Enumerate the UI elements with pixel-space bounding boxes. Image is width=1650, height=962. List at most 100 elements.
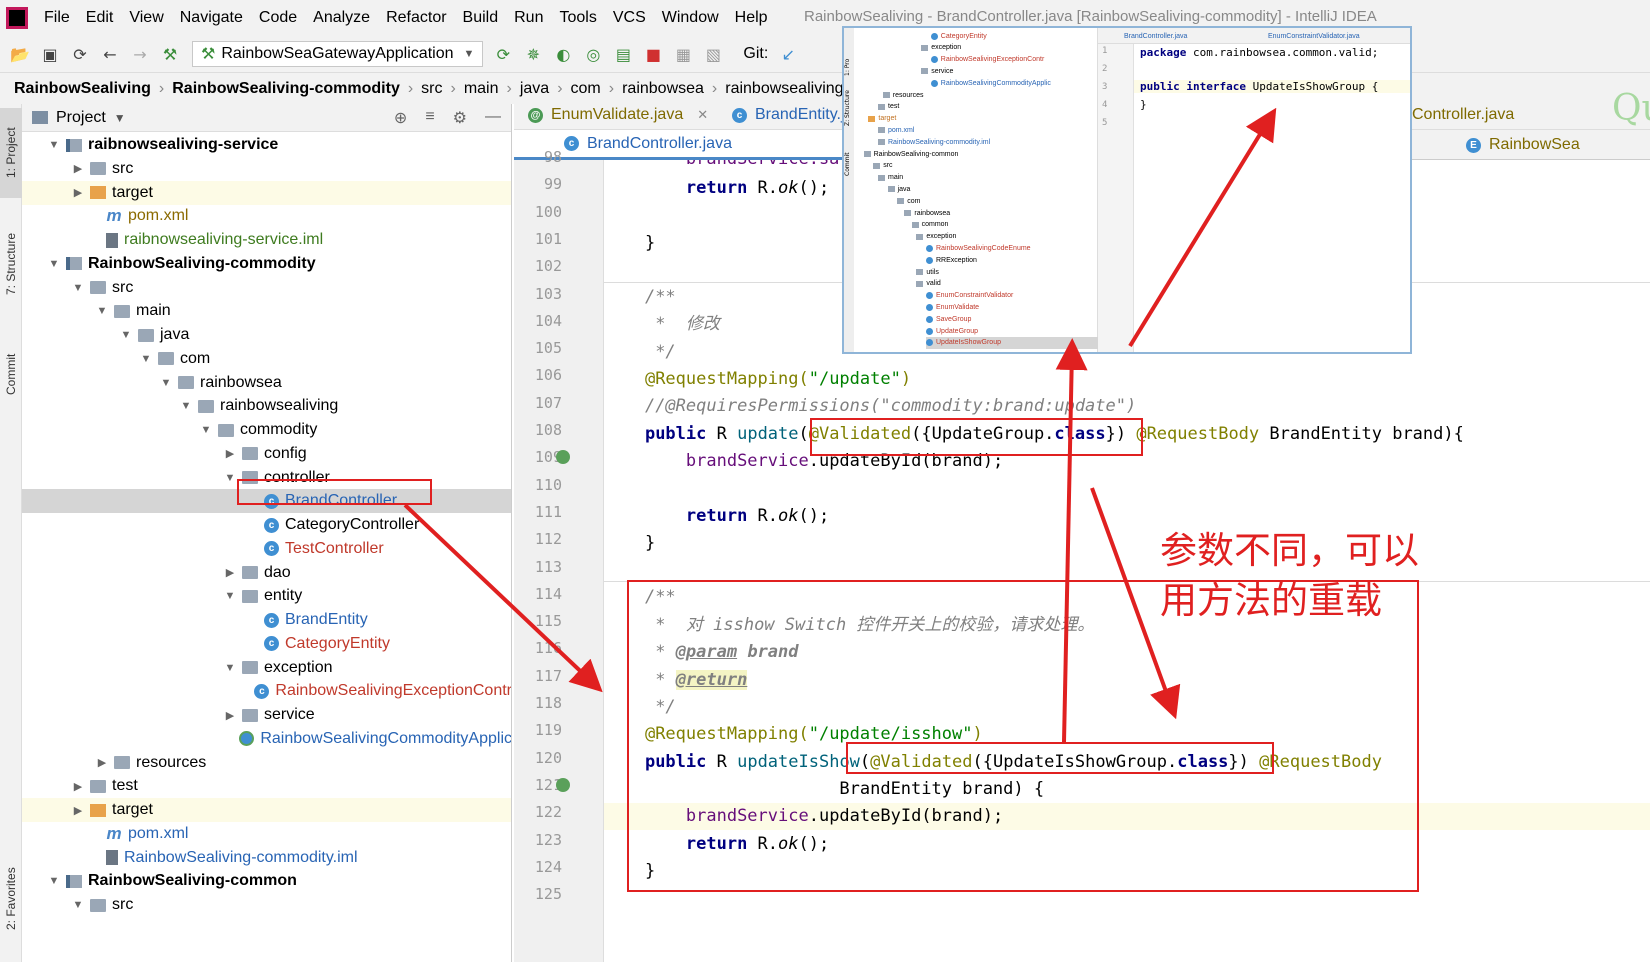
expanded-arrow-icon[interactable]: ▼: [118, 329, 134, 341]
collapsed-arrow-icon[interactable]: ▶: [222, 566, 238, 579]
tree-item[interactable]: ▶ target: [22, 798, 511, 822]
tree-item[interactable]: ▼ RainbowSealiving-commodity: [22, 252, 511, 276]
expanded-arrow-icon[interactable]: ▼: [46, 139, 62, 151]
rerun-icon[interactable]: ⟳: [493, 44, 513, 64]
tree-item[interactable]: ▼ src: [22, 276, 511, 300]
tree-item[interactable]: c TestController: [22, 537, 511, 561]
tree-item[interactable]: c RainbowSealivingExceptionContr: [22, 679, 511, 703]
tree-item[interactable]: ▶ test: [22, 774, 511, 798]
collapsed-arrow-icon[interactable]: ▶: [222, 447, 238, 460]
menu-window[interactable]: Window: [654, 9, 727, 27]
tree-item[interactable]: m pom.xml: [22, 204, 511, 228]
expanded-arrow-icon[interactable]: ▼: [198, 424, 214, 436]
collapsed-arrow-icon[interactable]: ▶: [70, 186, 86, 199]
collapsed-arrow-icon[interactable]: ▶: [70, 780, 86, 793]
save-icon[interactable]: ▣: [40, 44, 60, 64]
run-gutter-icon[interactable]: [556, 777, 570, 792]
tree-item[interactable]: ▼ commodity: [22, 418, 511, 442]
breadcrumb-item[interactable]: main: [460, 80, 503, 98]
expanded-arrow-icon[interactable]: ▼: [138, 353, 154, 365]
breadcrumb-item[interactable]: rainbowsea: [618, 80, 708, 98]
build-icon[interactable]: ▤: [613, 44, 633, 64]
menu-edit[interactable]: Edit: [78, 9, 122, 27]
back-arrow-icon[interactable]: ←: [100, 44, 120, 64]
run-gutter-icon[interactable]: [556, 450, 570, 465]
tree-item[interactable]: ▼ entity: [22, 584, 511, 608]
sdk-icon[interactable]: ▧: [703, 44, 723, 64]
stop-icon[interactable]: ■: [643, 44, 663, 64]
debug-bug-icon[interactable]: ✵: [523, 44, 543, 64]
locate-icon[interactable]: ⊕: [394, 108, 407, 128]
tree-item[interactable]: m pom.xml: [22, 822, 511, 846]
build-hammer-icon[interactable]: ⚒: [160, 44, 180, 64]
menu-tools[interactable]: Tools: [551, 9, 604, 27]
tree-item[interactable]: ▶ resources: [22, 751, 511, 775]
profile-icon[interactable]: ◎: [583, 44, 603, 64]
tab-controller[interactable]: Controller.java: [1412, 100, 1514, 130]
forward-arrow-icon[interactable]: →: [130, 44, 150, 64]
expanded-arrow-icon[interactable]: ▼: [222, 662, 238, 674]
expanded-arrow-icon[interactable]: ▼: [222, 472, 238, 484]
tab-rainbowsea[interactable]: E RainbowSea: [1466, 130, 1580, 160]
project-panel-title[interactable]: Project: [56, 109, 106, 127]
expanded-arrow-icon[interactable]: ▼: [46, 258, 62, 270]
breadcrumb-item[interactable]: rainbowsealiving: [721, 80, 847, 98]
tree-item[interactable]: ▼ com: [22, 347, 511, 371]
settings-gear-icon[interactable]: ⚙: [453, 108, 467, 128]
breadcrumb-item[interactable]: RainbowSealiving: [10, 80, 155, 98]
tree-item[interactable]: RainbowSealiving-commodity.iml: [22, 846, 511, 870]
menu-vcs[interactable]: VCS: [605, 9, 654, 27]
expanded-arrow-icon[interactable]: ▼: [178, 400, 194, 412]
menu-view[interactable]: View: [121, 9, 171, 27]
tree-item[interactable]: ▶ service: [22, 703, 511, 727]
expanded-arrow-icon[interactable]: ▼: [222, 590, 238, 602]
tab-brandentity[interactable]: c BrandEntity.j: [732, 100, 845, 130]
breadcrumb-item[interactable]: src: [417, 80, 446, 98]
menu-refactor[interactable]: Refactor: [378, 9, 454, 27]
breadcrumb-item[interactable]: RainbowSealiving-commodity: [168, 80, 404, 98]
open-folder-icon[interactable]: 📂: [10, 44, 30, 64]
expanded-arrow-icon[interactable]: ▼: [158, 377, 174, 389]
menu-analyze[interactable]: Analyze: [305, 9, 378, 27]
project-structure-icon[interactable]: ▦: [673, 44, 693, 64]
tree-item[interactable]: ▼ src: [22, 893, 511, 917]
run-configuration-select[interactable]: ⚒ RainbowSeaGatewayApplication ▼: [192, 41, 484, 67]
expanded-arrow-icon[interactable]: ▼: [70, 282, 86, 294]
menu-code[interactable]: Code: [251, 9, 305, 27]
menu-run[interactable]: Run: [506, 9, 551, 27]
tree-item[interactable]: c BrandEntity: [22, 608, 511, 632]
breadcrumb-item[interactable]: java: [516, 80, 553, 98]
menu-navigate[interactable]: Navigate: [172, 9, 251, 27]
menu-help[interactable]: Help: [727, 9, 776, 27]
chevron-down-icon[interactable]: ▼: [114, 111, 126, 125]
tree-item[interactable]: ▼ raibnowsealiving-service: [22, 133, 511, 157]
expanded-arrow-icon[interactable]: ▼: [70, 899, 86, 911]
tree-item[interactable]: ▼ RainbowSealiving-common: [22, 869, 511, 893]
breadcrumb-item[interactable]: com: [567, 80, 605, 98]
coverage-icon[interactable]: ◐: [553, 44, 573, 64]
tool-tab-commit[interactable]: Commit: [0, 334, 22, 414]
menu-file[interactable]: File: [36, 9, 78, 27]
tree-item[interactable]: ▼ rainbowsealiving: [22, 394, 511, 418]
tree-item[interactable]: ▶ src: [22, 157, 511, 181]
tree-item[interactable]: ▶ config: [22, 442, 511, 466]
hide-panel-icon[interactable]: —: [485, 108, 501, 128]
tool-tab-project[interactable]: 1: Project: [0, 108, 22, 198]
tree-item[interactable]: raibnowsealiving-service.iml: [22, 228, 511, 252]
tree-item[interactable]: ▼ rainbowsea: [22, 371, 511, 395]
expanded-arrow-icon[interactable]: ▼: [94, 305, 110, 317]
menu-build[interactable]: Build: [455, 9, 507, 27]
tree-item[interactable]: ▶ dao: [22, 561, 511, 585]
tree-item[interactable]: RainbowSealivingCommodityApplic: [22, 727, 511, 751]
tab-brandcontroller[interactable]: c BrandController.java: [514, 130, 844, 160]
collapsed-arrow-icon[interactable]: ▶: [222, 709, 238, 722]
collapsed-arrow-icon[interactable]: ▶: [70, 162, 86, 175]
tree-item[interactable]: c CategoryEntity: [22, 632, 511, 656]
tree-item[interactable]: c CategoryController: [22, 513, 511, 537]
collapsed-arrow-icon[interactable]: ▶: [94, 756, 110, 769]
git-update-icon[interactable]: ↙: [778, 44, 798, 64]
tab-enumvalidate[interactable]: @ EnumValidate.java ✕: [528, 100, 708, 130]
close-icon[interactable]: ✕: [697, 107, 708, 123]
tree-item[interactable]: ▼ exception: [22, 656, 511, 680]
tree-item[interactable]: ▼ java: [22, 323, 511, 347]
